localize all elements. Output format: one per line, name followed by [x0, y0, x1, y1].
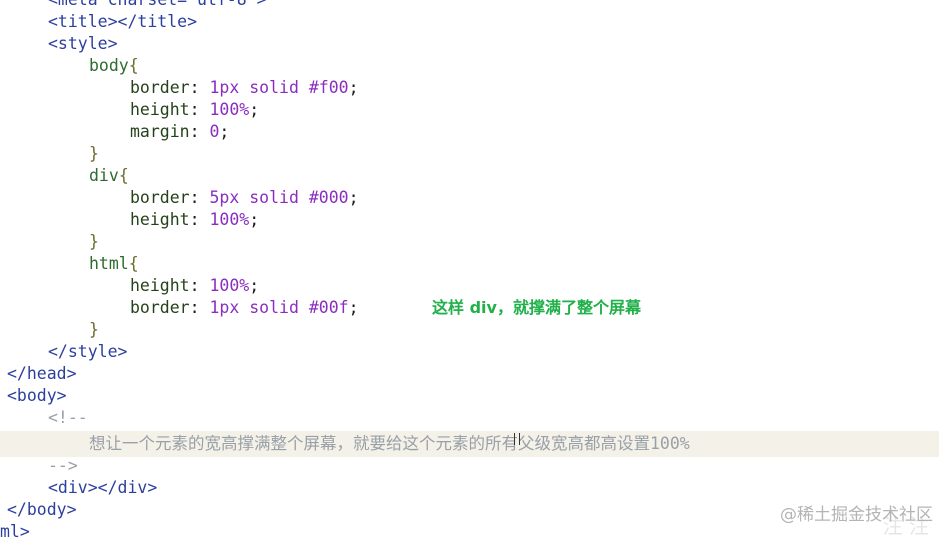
code-line-div-selector: div{: [89, 166, 129, 185]
code-line-comment-text-highlighted: 想让一个元素的宽高撑满整个屏幕，就要给这个元素的所有父级宽高都高设置100%: [0, 431, 939, 457]
code-line-body-border: border: 1px solid #f00;: [130, 78, 359, 97]
annotation-text: 这样 div，就撑满了整个屏幕: [432, 298, 641, 317]
code-line-comment-open: <!--: [48, 408, 88, 427]
code-line-body-open: <body>: [7, 386, 67, 405]
code-line-comment-close: -->: [48, 456, 78, 475]
code-line-body-margin: margin: 0;: [130, 122, 230, 141]
code-line-title: <title></title>: [48, 12, 198, 31]
code-line-div-height: height: 100%;: [130, 210, 260, 229]
code-line-body-selector: body{: [89, 56, 139, 75]
code-line-div-element: <div></div>: [48, 478, 158, 497]
code-line-style-close: </style>: [48, 342, 128, 361]
text-cursor-icon: [514, 433, 520, 445]
watermark-text: @稀土掘金技术社区: [780, 505, 933, 525]
code-line-body-height: height: 100%;: [130, 100, 260, 119]
code-line-style-open: <style>: [48, 34, 118, 53]
code-line-html-selector: html{: [89, 254, 139, 273]
code-line-div-close-brace: }: [89, 232, 99, 251]
code-line-div-border: border: 5px solid #000;: [130, 188, 359, 207]
code-line-body-close-brace: }: [89, 144, 99, 163]
code-line-html-close-brace: }: [89, 320, 99, 339]
code-line-head-close: </head>: [7, 364, 77, 383]
code-line-meta: <meta charset="utf-8">: [0, 0, 939, 11]
code-line-html-height: height: 100%;: [130, 276, 260, 295]
